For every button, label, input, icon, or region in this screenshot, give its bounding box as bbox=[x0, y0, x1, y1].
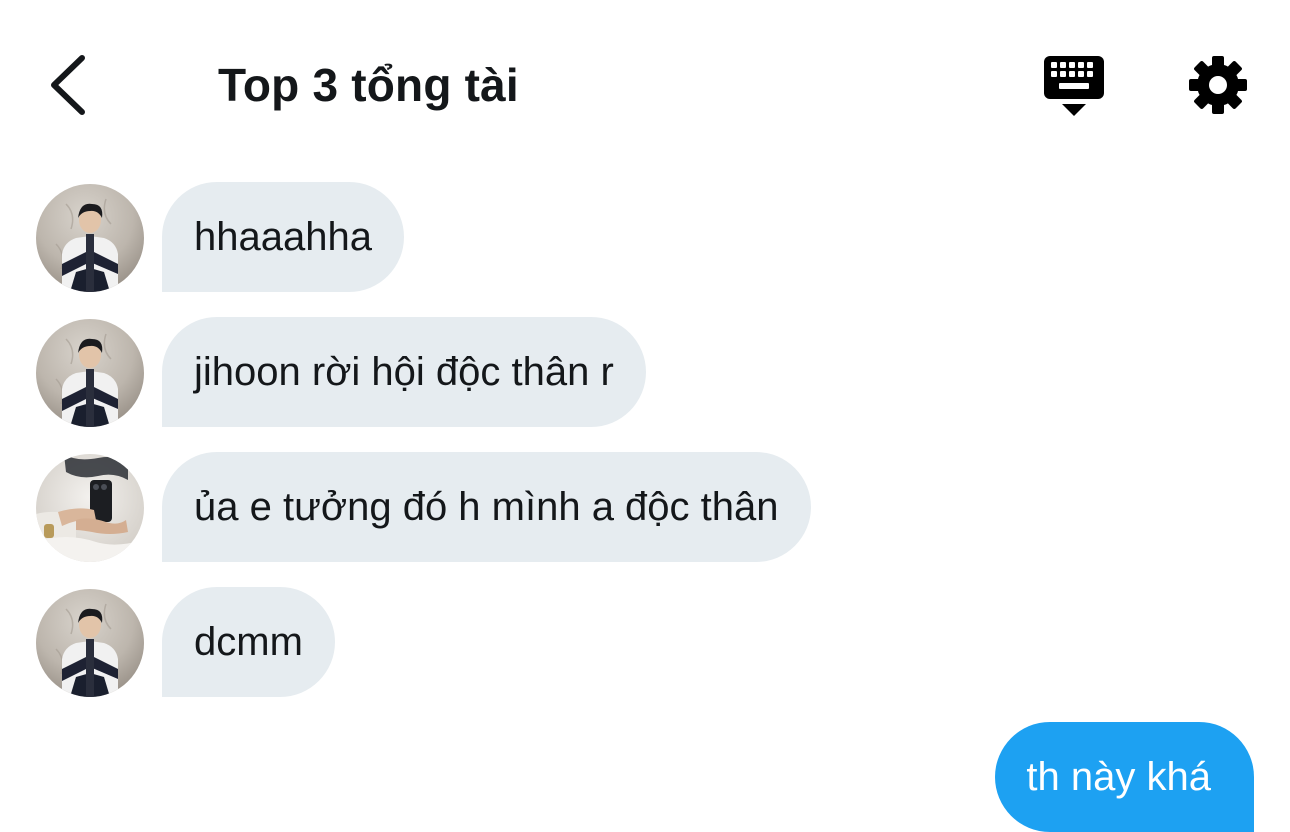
message-row-incoming: dcmm bbox=[0, 587, 1290, 699]
sender-avatar[interactable] bbox=[36, 454, 144, 562]
settings-button[interactable] bbox=[1183, 50, 1253, 120]
sender-avatar[interactable] bbox=[36, 319, 144, 427]
chevron-left-icon bbox=[51, 55, 85, 115]
incoming-message-bubble[interactable]: hhaaahha bbox=[162, 182, 404, 292]
message-row-incoming: hhaaahha bbox=[0, 182, 1290, 294]
gear-icon bbox=[1189, 56, 1247, 114]
keyboard-toggle-button[interactable] bbox=[1040, 52, 1108, 120]
conversation-title: Top 3 tổng tài bbox=[218, 59, 519, 111]
sender-avatar[interactable] bbox=[36, 184, 144, 292]
incoming-message-bubble[interactable]: dcmm bbox=[162, 587, 335, 697]
back-button[interactable] bbox=[40, 50, 100, 120]
chat-header: Top 3 tổng tài bbox=[0, 0, 1290, 170]
outgoing-message-bubble[interactable]: th này khá bbox=[995, 722, 1254, 832]
message-row-outgoing: th này khá bbox=[0, 722, 1290, 832]
message-row-incoming: ủa e tưởng đó h mình a độc thân bbox=[0, 452, 1290, 564]
incoming-message-bubble[interactable]: jihoon rời hội độc thân r bbox=[162, 317, 646, 427]
sender-avatar[interactable] bbox=[36, 589, 144, 697]
incoming-message-bubble[interactable]: ủa e tưởng đó h mình a độc thân bbox=[162, 452, 811, 562]
keyboard-icon bbox=[1044, 56, 1104, 116]
message-row-incoming: jihoon rời hội độc thân r bbox=[0, 317, 1290, 429]
